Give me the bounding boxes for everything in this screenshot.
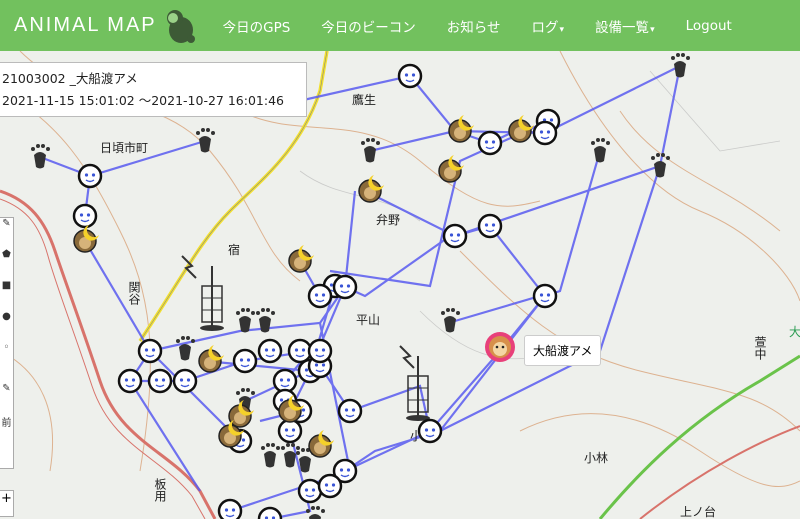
monkey-face-icon xyxy=(277,418,303,444)
monkey-face-icon xyxy=(297,478,323,504)
footprint-icon xyxy=(671,53,690,78)
place-label: 平山 xyxy=(356,313,381,327)
sleeping-monkey-icon xyxy=(448,115,474,143)
current-monkey-icon xyxy=(485,332,515,362)
place-label: 宿 xyxy=(228,243,241,257)
road-red-east xyxy=(639,425,800,519)
place-label: 小林 xyxy=(584,451,609,465)
monkey-face-icon xyxy=(232,348,258,374)
nav-notice[interactable]: お知らせ xyxy=(447,16,501,36)
track-info-box: 21003002 _大船渡アメ 2021-11-15 15:01:02 ～202… xyxy=(0,62,307,117)
sleeping-monkey-icon xyxy=(198,345,224,373)
draw-rectangle-tool[interactable]: ■ xyxy=(0,280,13,311)
zoom-in-button[interactable]: + xyxy=(0,490,14,517)
edit-tool[interactable]: ✎ xyxy=(0,383,13,414)
draw-line-tool[interactable]: ✎ xyxy=(0,218,13,249)
place-label: 板用 xyxy=(153,478,167,502)
brand-name: ANIMAL MAP xyxy=(14,14,157,36)
map-canvas[interactable]: 鷹生 日頃市町 弁野 宿 関谷 平山 小林 板用 上ノ台 萱中 小 大 xyxy=(0,51,800,519)
place-label: 小 xyxy=(410,429,423,443)
track-date-range: 2021-11-15 15:01:02 ～2021-10-27 16:01:46 xyxy=(2,93,284,108)
monkey-logo-icon xyxy=(166,9,195,43)
footprint-icon xyxy=(591,138,610,163)
nav-logout[interactable]: Logout xyxy=(686,18,732,34)
chevron-down-icon: ▾ xyxy=(559,24,565,35)
draw-marker-tool[interactable]: ◦ xyxy=(0,342,13,373)
monkey-face-icon xyxy=(172,368,198,394)
place-label: 大 xyxy=(789,325,800,339)
monkey-face-icon xyxy=(532,120,558,146)
place-label: 上ノ台 xyxy=(680,505,717,519)
monkey-face-icon xyxy=(137,338,163,364)
marker-tooltip: 大船渡アメ xyxy=(524,335,602,366)
monkey-face-icon xyxy=(272,368,298,394)
monkey-face-icon xyxy=(477,213,503,239)
draw-circle-tool[interactable]: ● xyxy=(0,311,13,342)
monkey-face-icon xyxy=(337,398,363,424)
draw-polygon-tool[interactable]: ⬟ xyxy=(0,249,13,280)
nav-equipment-label: 設備一覧 xyxy=(595,19,650,36)
map-layer xyxy=(0,51,800,519)
sleeping-monkey-icon xyxy=(288,245,314,273)
nav-equipment-dropdown[interactable]: 設備一覧▾ xyxy=(595,16,655,36)
monkey-face-icon xyxy=(117,368,143,394)
monkey-face-icon xyxy=(77,163,103,189)
place-label: 弁野 xyxy=(376,213,401,227)
delete-tool[interactable]: 前 xyxy=(0,414,13,445)
monkey-face-icon xyxy=(147,368,173,394)
nav-log-dropdown[interactable]: ログ▾ xyxy=(532,16,565,36)
footprint-icon xyxy=(176,336,195,361)
footprint-icon xyxy=(651,153,670,178)
sleeping-monkey-icon xyxy=(308,430,334,458)
footprint-icon xyxy=(261,443,280,468)
draw-toolbar: ✎ ⬟ ■ ● ◦ ✎ 前 xyxy=(0,217,14,469)
place-label: 日頃市町 xyxy=(100,141,149,155)
nav-log-label: ログ xyxy=(531,19,559,36)
beacon-tower-icon xyxy=(181,255,224,331)
nav-gps-today[interactable]: 今日のGPS xyxy=(223,16,291,36)
nav-beacon-today[interactable]: 今日のビーコン xyxy=(321,16,416,36)
place-label: 関谷 xyxy=(127,281,141,305)
monkey-face-icon xyxy=(442,223,468,249)
navbar: ANIMAL MAP 今日のGPS 今日のビーコン お知らせ ログ▾ 設備一覧▾… xyxy=(0,0,800,51)
monkey-face-icon xyxy=(72,203,98,229)
chevron-down-icon: ▾ xyxy=(650,24,655,35)
monkey-face-icon xyxy=(307,338,333,364)
track-id: 21003002 _大船渡アメ xyxy=(2,71,138,86)
monkey-face-icon xyxy=(307,283,333,309)
monkey-face-icon xyxy=(332,274,358,300)
monkey-face-icon xyxy=(477,130,503,156)
tooltip-label: 大船渡アメ xyxy=(533,344,593,358)
monkey-face-icon xyxy=(287,338,313,364)
footprint-icon xyxy=(31,144,50,169)
monkey-face-icon xyxy=(417,418,443,444)
monkey-face-icon xyxy=(257,338,283,364)
sleeping-monkey-icon xyxy=(228,400,254,428)
sleeping-monkey-icon xyxy=(438,155,464,183)
sleeping-monkey-icon xyxy=(508,115,534,143)
place-label: 萱中 xyxy=(753,336,767,360)
monkey-face-icon xyxy=(217,498,243,519)
monkey-face-icon xyxy=(317,473,343,499)
sleeping-monkey-icon xyxy=(73,225,99,253)
footprint-icon xyxy=(196,128,215,153)
brand-logo[interactable]: ANIMAL MAP xyxy=(14,6,201,46)
monkey-face-icon xyxy=(257,506,283,519)
monkey-face-icon xyxy=(532,283,558,309)
place-label: 鷹生 xyxy=(352,93,377,107)
monkey-face-icon xyxy=(397,63,423,89)
